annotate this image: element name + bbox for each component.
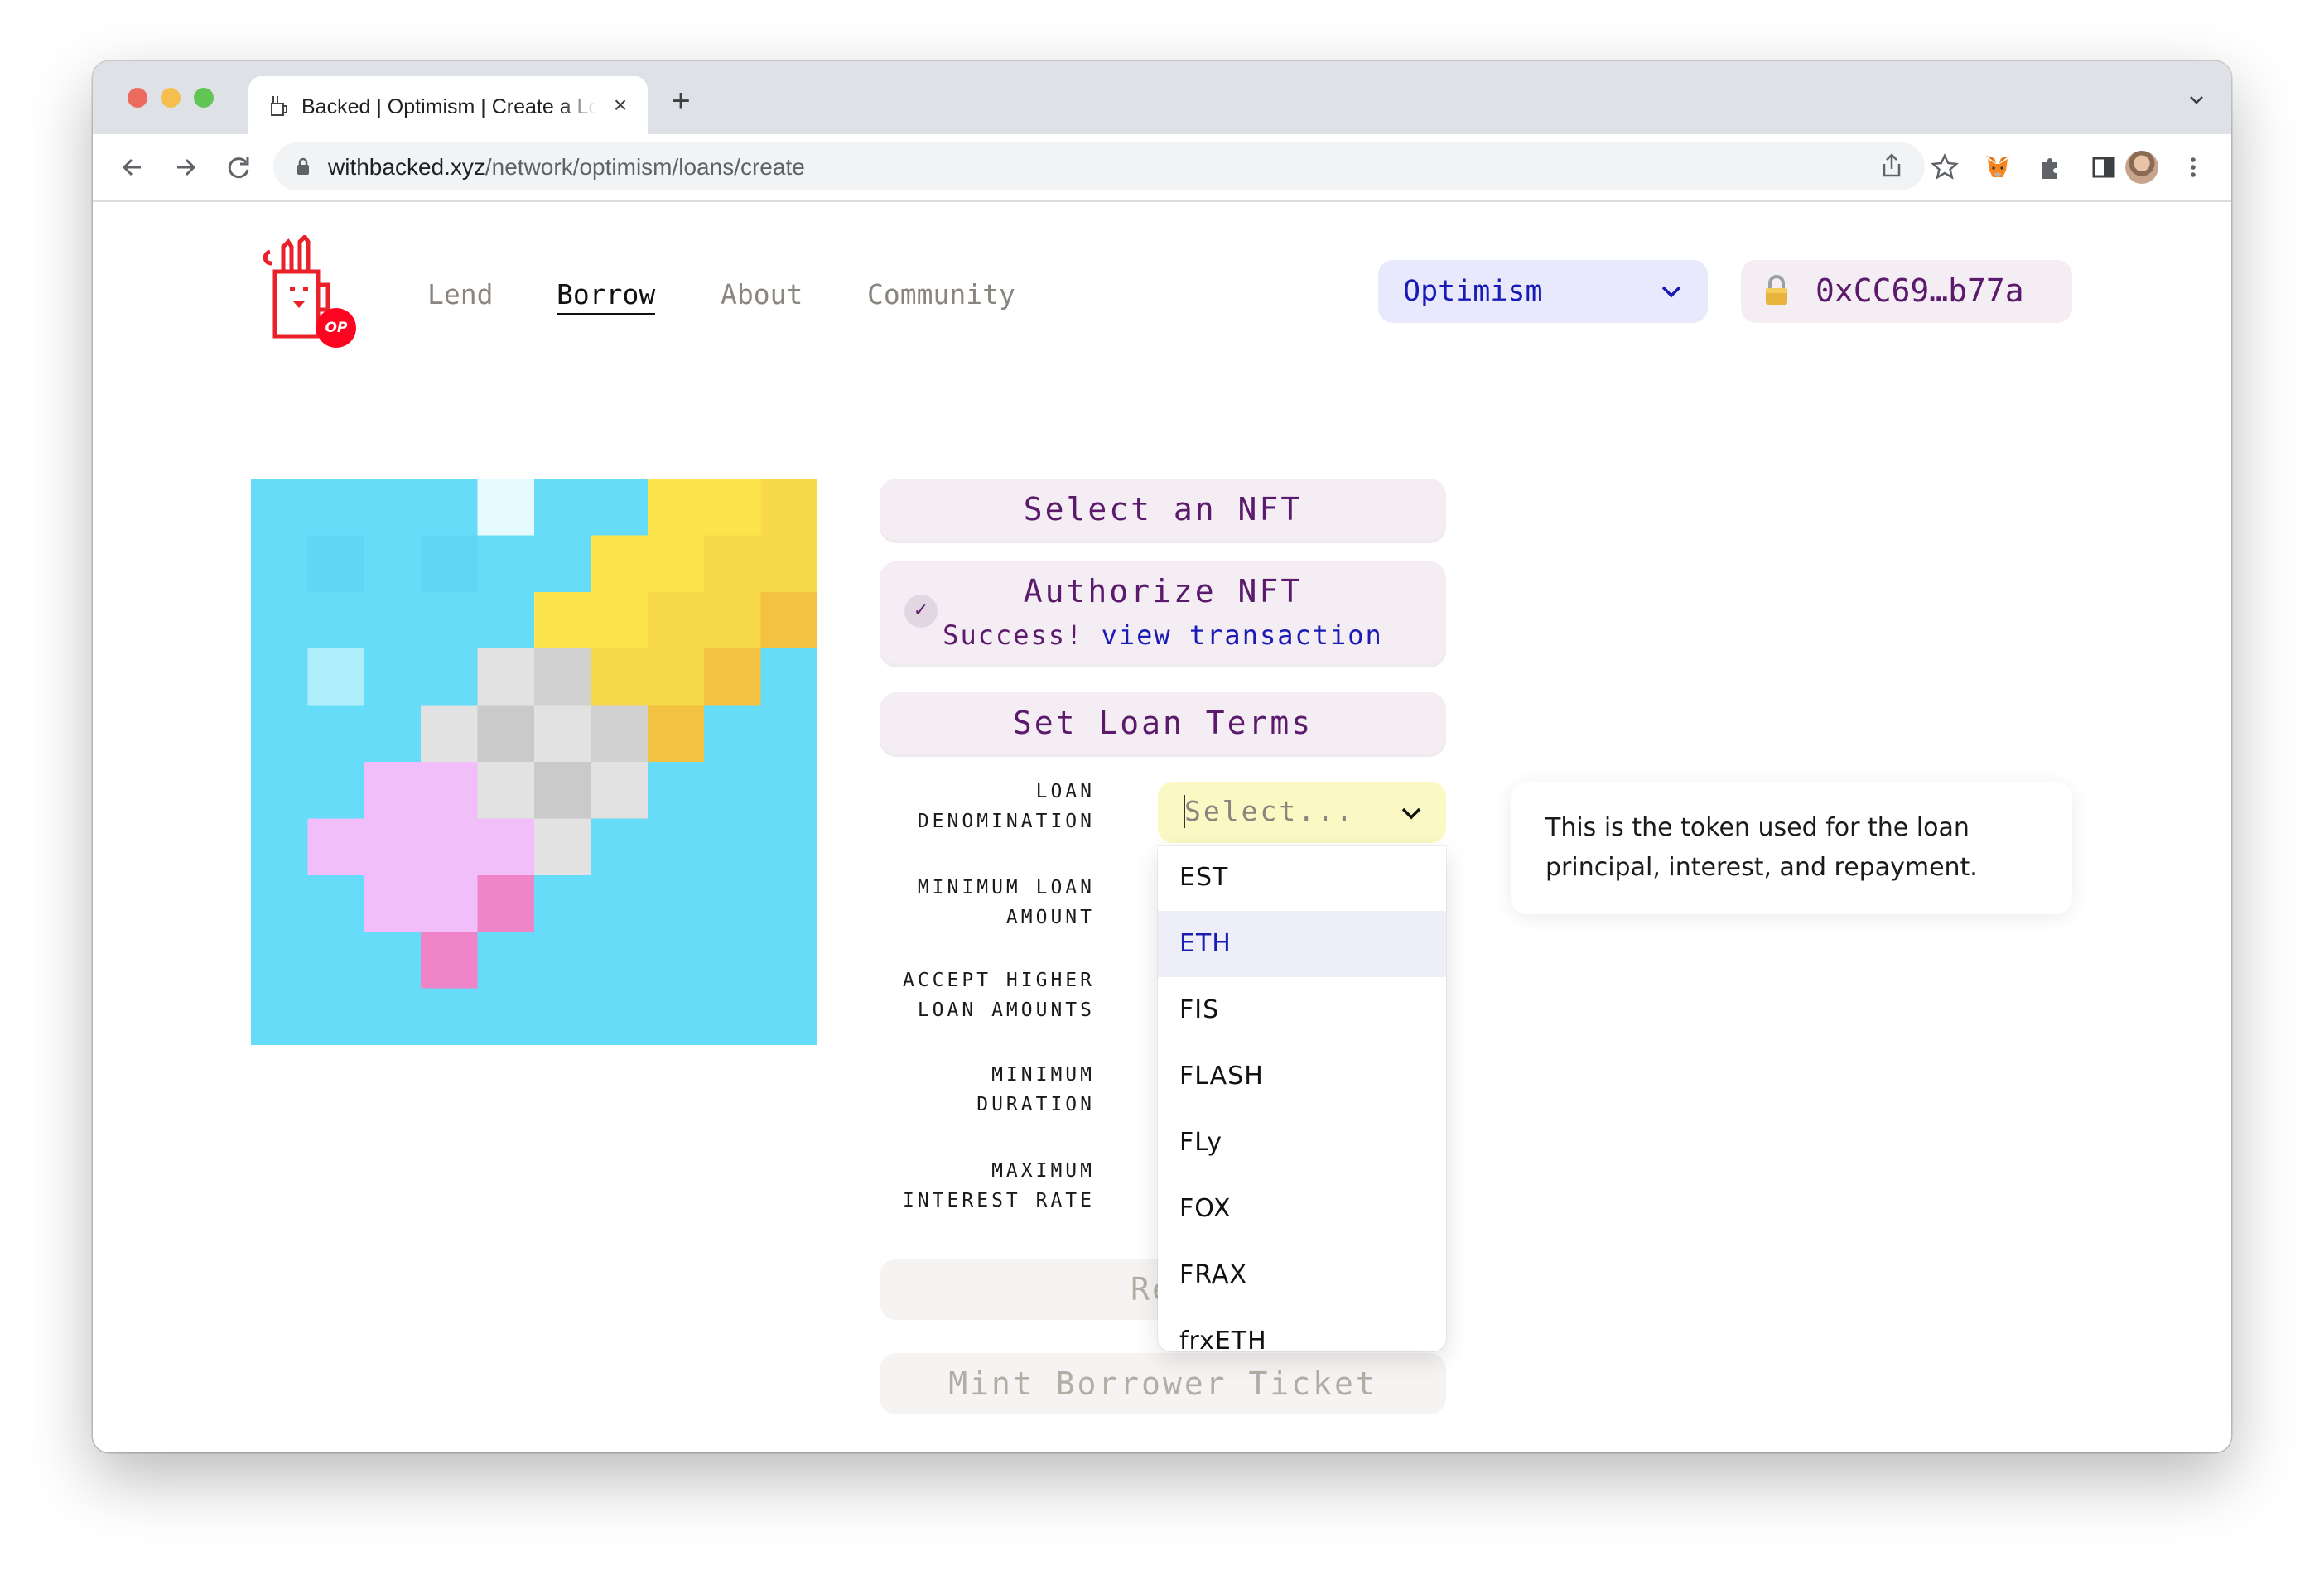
browser-window: Backed | Optimism | Create a Loan × + wi… [93, 61, 2231, 1452]
lock-icon[interactable] [297, 157, 310, 176]
browser-toolbar: withbacked.xyz/network/optimism/loans/cr… [93, 134, 2231, 202]
star-icon[interactable] [1930, 152, 1960, 182]
menu-dots-icon[interactable] [2178, 152, 2208, 182]
denomination-select-placeholder: Select... [1184, 795, 1355, 827]
view-transaction-link[interactable]: view transaction [1102, 619, 1383, 651]
close-window-button[interactable] [128, 88, 147, 108]
wallet-address: 0xCC69…b77a [1815, 272, 2024, 309]
option-flash[interactable]: FLASH [1158, 1043, 1446, 1110]
chevron-down-icon [1661, 286, 1681, 298]
forward-arrow-icon[interactable] [167, 149, 204, 185]
backed-logo[interactable]: OP [258, 234, 366, 351]
step-select-nft-label: Select an NFT [1023, 491, 1303, 527]
url-text: withbacked.xyz/network/optimism/loans/cr… [328, 154, 805, 180]
step-authorize-nft-label: Authorize NFT [1023, 573, 1303, 609]
tab-title: Backed | Optimism | Create a Loan [301, 95, 596, 118]
option-fox[interactable]: FOX [1158, 1176, 1446, 1242]
label-loan-denomination: LOAN DENOMINATION [917, 781, 1095, 832]
option-eth[interactable]: ETH [1158, 911, 1446, 977]
denomination-select[interactable]: Select... [1158, 782, 1446, 843]
nav-lend[interactable]: Lend [427, 278, 493, 311]
padlock-icon [1766, 275, 1787, 305]
nft-preview-image [251, 479, 817, 1045]
bunny-favicon-icon [271, 96, 287, 116]
nav-community[interactable]: Community [867, 278, 1015, 311]
label-accept-higher: ACCEPT HIGHER LOAN AMOUNTS [902, 970, 1095, 1021]
address-bar[interactable]: withbacked.xyz/network/optimism/loans/cr… [273, 142, 1925, 190]
authorize-status: Success! view transaction [943, 619, 1383, 651]
text-caret [1184, 795, 1185, 828]
denomination-options-menu[interactable]: EST ETH FIS FLASH FLy FOX FRAX frxETH [1158, 846, 1446, 1351]
browser-tab[interactable]: Backed | Optimism | Create a Loan × [248, 76, 648, 134]
step-set-loan-terms-label: Set Loan Terms [1012, 705, 1314, 741]
network-select-value: Optimism [1403, 275, 1543, 308]
extensions-puzzle-icon[interactable] [2036, 152, 2066, 182]
share-icon[interactable] [1877, 151, 1907, 181]
step-mint-label: Mint Borrower Ticket [948, 1365, 1377, 1402]
new-tab-button[interactable]: + [664, 84, 697, 119]
tab-search-chevron-icon[interactable] [2187, 89, 2206, 109]
step-authorize-nft[interactable]: ✓ Authorize NFT Success! view transactio… [880, 561, 1446, 664]
zoom-window-button[interactable] [194, 88, 214, 108]
page-content: OP Lend Borrow About Community Optimism … [93, 202, 2231, 1452]
minimize-window-button[interactable] [161, 88, 181, 108]
metamask-fox-icon[interactable] [1983, 152, 2013, 182]
optimism-badge-label: OP [325, 320, 348, 336]
option-fly[interactable]: FLy [1158, 1110, 1446, 1176]
denomination-help-tooltip: This is the token used for the loan princ… [1511, 782, 2072, 914]
reload-icon[interactable] [220, 149, 257, 185]
profile-avatar[interactable] [2125, 151, 2158, 184]
tab-strip: Backed | Optimism | Create a Loan × + [93, 61, 2231, 134]
step-set-loan-terms[interactable]: Set Loan Terms [880, 692, 1446, 754]
tooltip-text: This is the token used for the loan princ… [1545, 813, 1978, 882]
side-panel-icon[interactable] [2089, 152, 2119, 182]
option-frxeth[interactable]: frxETH [1158, 1308, 1446, 1351]
step-mint-borrower-ticket: Mint Borrower Ticket [880, 1353, 1446, 1414]
option-fis[interactable]: FIS [1158, 977, 1446, 1043]
back-arrow-icon[interactable] [114, 149, 151, 185]
wallet-button[interactable]: 0xCC69…b77a [1741, 260, 2072, 323]
label-maximum-interest-rate: MAXIMUM INTEREST RATE [902, 1160, 1095, 1211]
tab-close-icon[interactable]: × [608, 93, 633, 118]
label-minimum-loan-amount: MINIMUM LOAN AMOUNT [917, 877, 1095, 928]
option-est[interactable]: EST [1158, 846, 1446, 911]
nav-borrow[interactable]: Borrow [557, 278, 656, 315]
step-select-nft[interactable]: Select an NFT [880, 479, 1446, 540]
label-minimum-duration: MINIMUM DURATION [976, 1064, 1095, 1115]
network-select[interactable]: Optimism [1378, 260, 1708, 323]
nav-about[interactable]: About [721, 278, 803, 311]
option-frax[interactable]: FRAX [1158, 1242, 1446, 1308]
chevron-down-icon [1401, 807, 1421, 820]
